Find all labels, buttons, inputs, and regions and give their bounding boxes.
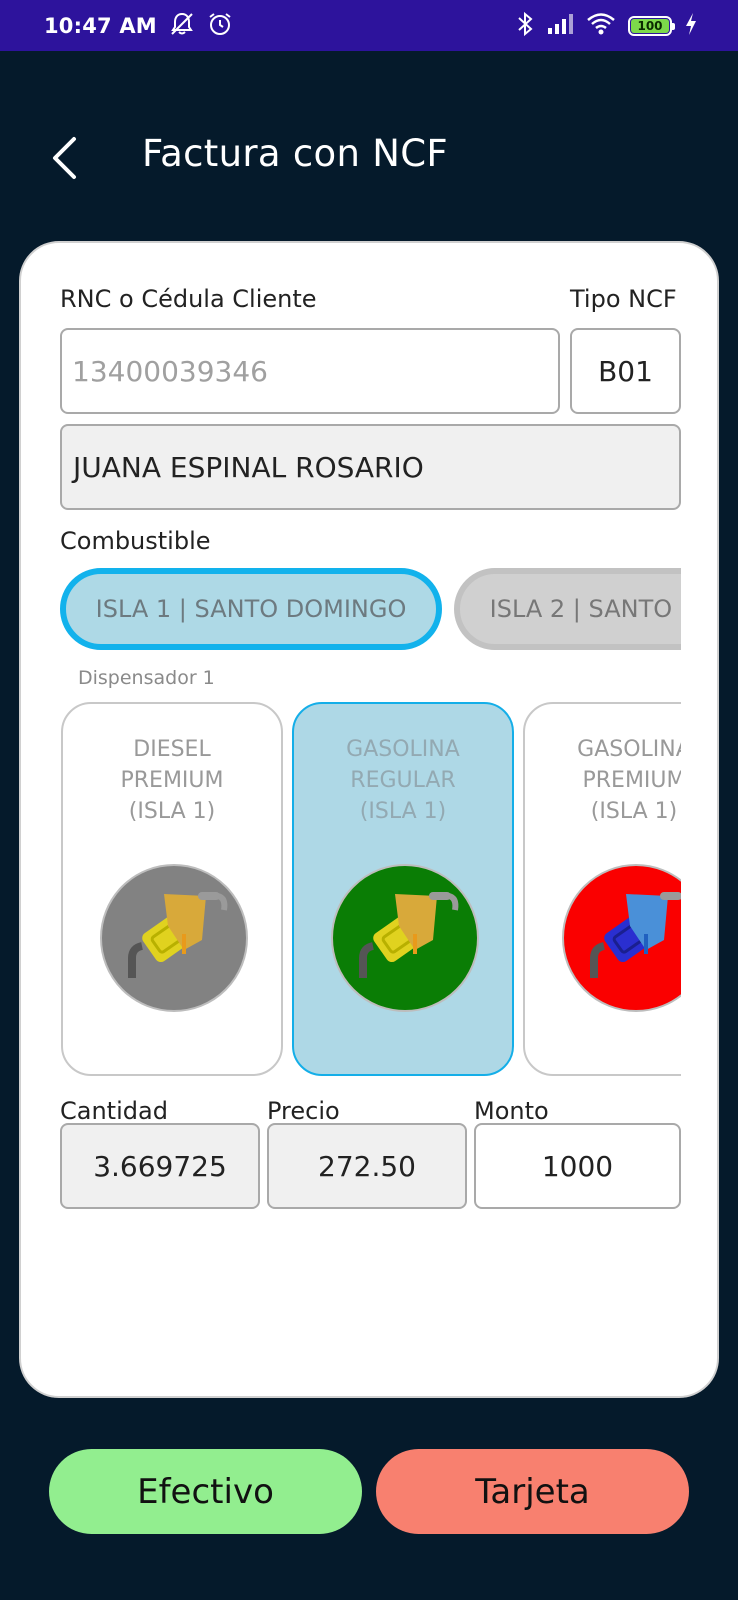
tipo-ncf-value: B01: [598, 354, 653, 388]
tarjeta-button[interactable]: Tarjeta: [376, 1449, 689, 1534]
cantidad-field: 3.669725: [60, 1123, 260, 1209]
island-pill-1[interactable]: ISLA 1 | SANTO DOMINGO: [60, 568, 442, 650]
battery-icon: 100: [628, 15, 675, 36]
precio-label: Precio: [267, 1097, 340, 1125]
tipo-ncf-label: Tipo NCF: [570, 285, 677, 313]
island-pill-label: ISLA 2 | SANTO DOMINGO: [489, 595, 681, 623]
page-title: Factura con NCF: [142, 132, 448, 175]
dispenser-list: DIESEL PREMIUM (ISLA 1) GASOLINA REGULAR…: [60, 702, 681, 1078]
monto-label: Monto: [474, 1097, 549, 1125]
cantidad-value: 3.669725: [93, 1149, 227, 1183]
mute-notifications-icon: [169, 11, 195, 41]
precio-field: 272.50: [267, 1123, 467, 1209]
tipo-ncf-field[interactable]: B01: [570, 328, 681, 414]
island-selector: ISLA 1 | SANTO DOMINGO ISLA 2 | SANTO DO…: [60, 563, 681, 653]
fuel-nozzle-icon: [562, 864, 681, 1012]
client-name-field: JUANA ESPINAL ROSARIO: [60, 424, 681, 510]
rnc-placeholder: 13400039346: [72, 354, 268, 388]
monto-value: 1000: [541, 1149, 614, 1183]
dispensador-label: Dispensador 1: [78, 667, 215, 689]
island-pill-label: ISLA 1 | SANTO DOMINGO: [95, 595, 407, 623]
chevron-left-icon: [53, 137, 76, 179]
efectivo-button[interactable]: Efectivo: [49, 1449, 362, 1534]
dispenser-name: DIESEL PREMIUM (ISLA 1): [120, 737, 224, 824]
cantidad-label: Cantidad: [60, 1097, 168, 1125]
precio-value: 272.50: [318, 1149, 416, 1183]
dispenser-name: GASOLINA PREMIUM (ISLA 1): [577, 737, 681, 824]
dispenser-card-gasolina-premium[interactable]: GASOLINA PREMIUM (ISLA 1): [523, 702, 681, 1076]
back-button[interactable]: [40, 128, 90, 188]
client-name-value: JUANA ESPINAL ROSARIO: [73, 450, 424, 484]
island-pill-2[interactable]: ISLA 2 | SANTO DOMINGO: [454, 568, 681, 650]
cellular-signal-icon: [546, 13, 574, 39]
wifi-icon: [586, 12, 616, 40]
dispenser-card-diesel-premium[interactable]: DIESEL PREMIUM (ISLA 1): [61, 702, 283, 1076]
invoice-form-card: RNC o Cédula Cliente Tipo NCF 1340003934…: [19, 241, 719, 1398]
status-bar: 10:47 AM 100: [0, 0, 738, 51]
bluetooth-icon: [516, 11, 534, 41]
monto-input[interactable]: 1000: [474, 1123, 681, 1209]
dispenser-name: GASOLINA REGULAR (ISLA 1): [346, 737, 460, 824]
tarjeta-label: Tarjeta: [475, 1471, 590, 1512]
rnc-label: RNC o Cédula Cliente: [60, 285, 317, 313]
alarm-icon: [207, 11, 233, 41]
charging-icon: [684, 12, 698, 40]
fuel-nozzle-icon: [100, 864, 248, 1012]
fuel-nozzle-icon: [331, 864, 479, 1012]
combustible-label: Combustible: [60, 527, 211, 555]
status-time: 10:47 AM: [44, 13, 157, 38]
dispenser-card-gasolina-regular[interactable]: GASOLINA REGULAR (ISLA 1): [292, 702, 514, 1076]
rnc-input[interactable]: 13400039346: [60, 328, 560, 414]
battery-level: 100: [631, 18, 669, 33]
efectivo-label: Efectivo: [137, 1471, 274, 1512]
